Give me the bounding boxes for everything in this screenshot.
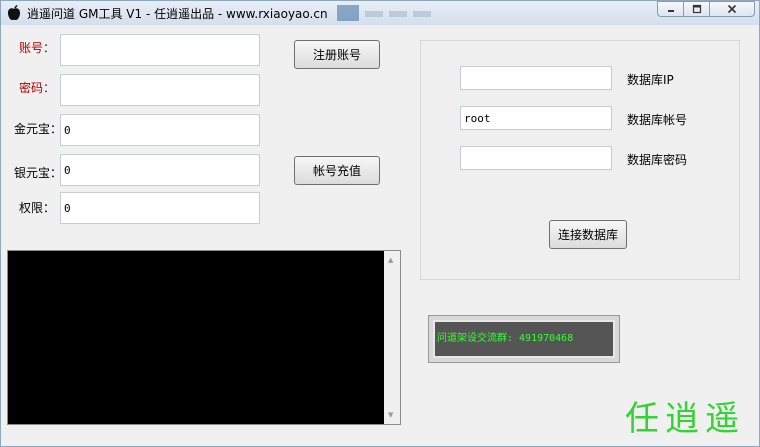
close-icon (727, 4, 737, 14)
maximize-button[interactable] (684, 1, 710, 17)
window-controls (657, 1, 755, 17)
db-password-input[interactable] (460, 146, 612, 170)
minimize-button[interactable] (657, 1, 684, 17)
gold-label: 金元宝： (14, 122, 63, 136)
silver-input[interactable] (60, 154, 260, 186)
db-ip-input[interactable] (460, 66, 612, 90)
register-account-button[interactable]: 注册账号 (294, 40, 380, 69)
scroll-down-icon[interactable]: ▼ (388, 411, 393, 419)
window-title: 逍遥问道 GM工具 V1 - 任逍遥出品 - www.rxiaoyao.cn (27, 7, 328, 21)
db-user-label: 数据库帐号 (627, 113, 688, 127)
apple-icon (8, 5, 20, 21)
account-input[interactable] (60, 34, 260, 66)
maximize-icon (692, 4, 701, 14)
title-bar-ghost (337, 5, 437, 21)
qq-group-panel: 问道架设交流群: 491970468 (428, 315, 620, 363)
main-window: 逍遥问道 GM工具 V1 - 任逍遥出品 - www.rxiaoyao.cn 账… (0, 0, 760, 447)
recharge-account-button[interactable]: 帐号充值 (294, 156, 380, 185)
permission-label: 权限： (19, 201, 56, 215)
scroll-up-icon[interactable]: ▲ (388, 256, 393, 264)
permission-input[interactable] (60, 192, 260, 224)
close-button[interactable] (710, 1, 755, 17)
qq-group-text: 问道架设交流群: 491970468 (433, 320, 615, 358)
title-bar: 逍遥问道 GM工具 V1 - 任逍遥出品 - www.rxiaoyao.cn (1, 1, 759, 25)
db-password-label: 数据库密码 (627, 153, 688, 167)
gold-input[interactable] (60, 114, 260, 146)
password-label: 密码： (19, 81, 56, 95)
output-console[interactable]: ▲ ▼ (7, 250, 401, 425)
console-scrollbar[interactable]: ▲ ▼ (384, 251, 400, 424)
minimize-icon (667, 10, 674, 12)
db-ip-label: 数据库IP (627, 73, 674, 87)
password-input[interactable] (60, 74, 260, 106)
silver-label: 银元宝： (14, 166, 63, 180)
account-label: 账号： (19, 41, 56, 55)
db-user-input[interactable] (460, 106, 612, 130)
connect-database-button[interactable]: 连接数据库 (549, 220, 627, 249)
brand-logo: 任逍遥 (625, 399, 745, 439)
